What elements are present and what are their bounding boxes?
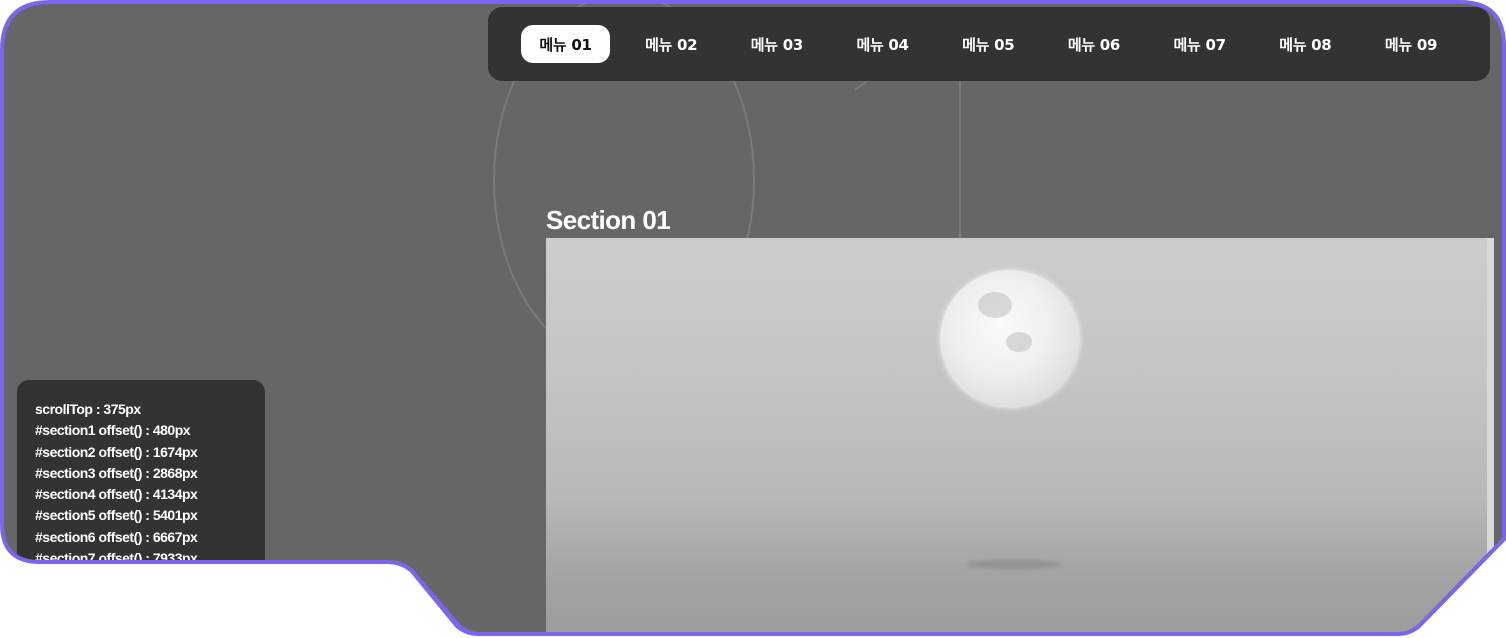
section-image-moon-over-sea (546, 238, 1493, 638)
info-section1-offset: #section1 offset() : 480px (35, 422, 191, 439)
nav-item-04[interactable]: 메뉴 04 (838, 25, 927, 63)
section-edge-strip (1487, 238, 1494, 638)
info-section6-offset: #section6 offset() : 6667px (35, 528, 198, 545)
info-section4-offset: #section4 offset() : 4134px (35, 486, 198, 503)
scroll-info-panel: scrollTop : 375px #section1 offset() : 4… (17, 380, 265, 570)
info-section7-offset: #section7 offset() : 7933px (35, 550, 198, 567)
nav-item-03[interactable]: 메뉴 03 (732, 25, 821, 63)
nav-item-06[interactable]: 메뉴 06 (1049, 25, 1138, 63)
top-navigation: 메뉴 01 메뉴 02 메뉴 03 메뉴 04 메뉴 05 메뉴 06 메뉴 0… (488, 7, 1490, 81)
nav-item-01[interactable]: 메뉴 01 (521, 25, 610, 63)
nav-item-05[interactable]: 메뉴 05 (944, 25, 1033, 63)
page-frame: 메뉴 01 메뉴 02 메뉴 03 메뉴 04 메뉴 05 메뉴 06 메뉴 0… (0, 0, 1506, 636)
info-section2-offset: #section2 offset() : 1674px (35, 443, 198, 460)
info-scrolltop: scrollTop : 375px (35, 401, 141, 417)
moon-graphic (940, 270, 1080, 408)
nav-item-07[interactable]: 메뉴 07 (1155, 25, 1244, 63)
nav-item-02[interactable]: 메뉴 02 (627, 25, 716, 63)
nav-item-08[interactable]: 메뉴 08 (1261, 25, 1350, 63)
section-title: Section 01 (546, 205, 671, 235)
water-reflection (966, 560, 1062, 569)
info-section5-offset: #section5 offset() : 5401px (35, 507, 198, 524)
info-section3-offset: #section3 offset() : 2868px (35, 464, 198, 481)
nav-item-09[interactable]: 메뉴 09 (1367, 25, 1456, 63)
